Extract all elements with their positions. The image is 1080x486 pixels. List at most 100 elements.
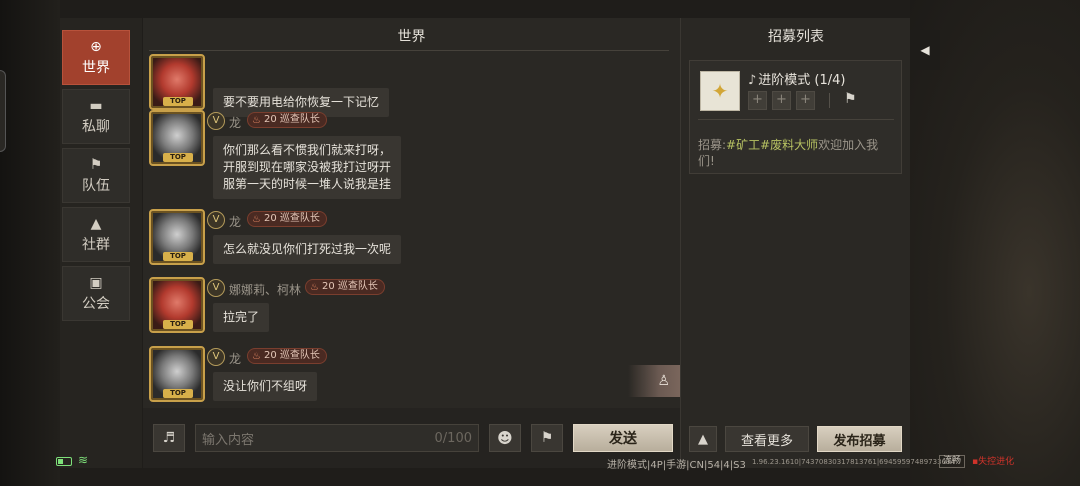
send-button[interactable]: 发送	[573, 424, 673, 452]
channel-tabs: ⊕ 世界 ▬ 私聊 ⚑ 队伍 ▲ 社群 ▣ 公会	[60, 18, 142, 468]
team-leader-avatar[interactable]: ✦	[700, 71, 740, 111]
username[interactable]: 龙	[229, 350, 241, 367]
empty-slot: +	[748, 91, 767, 110]
rank-text: 20 巡查队长	[322, 281, 378, 292]
rank-text: 20 巡查队长	[264, 114, 320, 125]
avatar-tag: TOP	[163, 252, 193, 261]
location-share-button[interactable]: ⚑	[531, 424, 563, 452]
chat-panel: 世界 TOP 要不要用电给你恢复一下记忆 TOP V 龙 ♨ 20 巡查队长 你们…	[143, 18, 680, 468]
avatar[interactable]: TOP	[149, 346, 205, 402]
message-text: 你们那么看不惯我们就来打呀， 开服到现在哪家没被我打过呀开 服第一天的时候一堆人…	[213, 136, 402, 199]
tab-team[interactable]: ⚑ 队伍	[62, 148, 130, 203]
recruit-description: 招募:#矿工#废料大师欢迎加入我们!	[698, 137, 894, 169]
join-team-button[interactable]: ⚑	[844, 91, 857, 107]
fire-icon: ♨	[310, 282, 319, 293]
avatar-tag: TOP	[163, 320, 193, 329]
username[interactable]: 龙	[229, 114, 241, 131]
empty-slot: +	[796, 91, 815, 110]
message-input[interactable]: 输入内容 0/100	[195, 424, 479, 452]
left-background	[0, 0, 60, 486]
chat-message: TOP V 娜娜莉、柯林 ♨ 20 巡查队长 拉完了	[147, 277, 647, 341]
avatar[interactable]: TOP	[149, 209, 205, 265]
recruit-card[interactable]: ✦ ♪ 进阶模式 (1/4) + + + ⚑ 招募:#矿工#废料大师欢迎加入我们!	[689, 60, 902, 174]
post-recruit-button[interactable]: 发布招募	[817, 426, 902, 452]
chat-message: TOP V 龙 ♨ 20 巡查队长 没让你们不组呀	[147, 346, 647, 410]
battery-icon	[56, 457, 72, 466]
person-icon: ♙	[657, 373, 670, 389]
chat-message: TOP V 龙 ♨ 20 巡查队长 怎么就没见你们打死过我一次呢	[147, 209, 647, 273]
rank-badge: ♨ 20 巡查队长	[247, 211, 327, 227]
fire-icon: ♨	[252, 214, 261, 225]
divider	[829, 93, 830, 108]
username[interactable]: 龙	[229, 213, 241, 230]
tab-label: 社群	[82, 236, 110, 253]
fire-icon: ♨	[252, 115, 261, 126]
vip-badge: V	[207, 112, 225, 130]
side-handle[interactable]	[0, 70, 6, 152]
rank-badge: ♨ 20 巡查队长	[305, 279, 385, 295]
username[interactable]: 娜娜莉、柯林	[229, 281, 301, 298]
rank-badge: ♨ 20 巡查队长	[247, 112, 327, 128]
collapse-panel-button[interactable]: ◀	[910, 30, 940, 70]
input-placeholder: 输入内容	[202, 432, 255, 448]
message-line: 你们那么看不惯我们就来打呀，	[223, 143, 392, 157]
vip-badge: V	[207, 279, 225, 297]
tab-guild[interactable]: ▣ 公会	[62, 266, 130, 321]
message-text: 没让你们不组呀	[213, 372, 318, 401]
vip-badge: V	[207, 211, 225, 229]
view-more-button[interactable]: 查看更多	[725, 426, 809, 452]
tab-community[interactable]: ▲ 社群	[62, 207, 130, 262]
flag-icon: ⚑	[89, 156, 103, 173]
empty-slot: +	[772, 91, 791, 110]
fire-icon: ♨	[252, 351, 261, 362]
logo-text: 失控进化	[978, 457, 1015, 467]
vip-badge: V	[207, 348, 225, 366]
warning-icon: ▲	[698, 431, 708, 447]
avatar-tag: TOP	[163, 389, 193, 398]
tag-miner[interactable]: #矿工	[726, 138, 760, 152]
avatar-tag: TOP	[163, 153, 193, 162]
mode-label: 进阶模式 (1/4)	[758, 73, 846, 88]
chat-message: TOP 要不要用电给你恢复一下记忆	[147, 40, 647, 117]
divider	[698, 119, 894, 120]
tag-scrap-master[interactable]: #废料大师	[760, 138, 818, 152]
globe-icon: ⊕	[90, 38, 102, 55]
tab-world[interactable]: ⊕ 世界	[62, 30, 130, 85]
chat-bubble-icon: ▬	[89, 97, 103, 114]
campfire-icon: ▲	[90, 215, 102, 232]
right-background	[910, 0, 1080, 486]
emoji-button[interactable]: ☻	[489, 424, 521, 452]
avatar[interactable]: TOP	[149, 54, 205, 110]
tab-label: 队伍	[82, 177, 110, 194]
recruit-mode: ♪ 进阶模式 (1/4)	[748, 69, 846, 88]
mode-info: 进阶模式|4P|手游|CN|54|4|S3	[607, 460, 746, 471]
report-button[interactable]: ▲	[689, 426, 717, 452]
microphone-icon: ♬	[162, 430, 176, 446]
chat-message: TOP V 龙 ♨ 20 巡查队长 你们那么看不惯我们就来打呀， 开服到现在哪家没…	[147, 110, 647, 220]
tab-label: 世界	[82, 59, 110, 76]
rank-badge: ♨ 20 巡查队长	[247, 348, 327, 364]
recruit-title: 招募列表	[768, 29, 824, 45]
char-counter: 0/100	[434, 430, 472, 446]
message-text: 怎么就没见你们打死过我一次呢	[213, 235, 402, 264]
chat-input-bar: ♬ 输入内容 0/100 ☻ ⚑ 发送	[143, 408, 680, 468]
recruit-panel: 招募列表 ✦ ♪ 进阶模式 (1/4) + + + ⚑ 招募:#矿工#废料大师欢迎…	[680, 18, 910, 468]
flag-plus-icon: ⚑	[844, 91, 857, 107]
avatar[interactable]: TOP	[149, 110, 205, 166]
message-line: 服第一天的时候一堆人说我是挂	[223, 177, 392, 191]
message-line: 开服到现在哪家没被我打过呀开	[223, 160, 392, 174]
recruit-prefix: 招募:	[698, 138, 727, 152]
voice-button[interactable]: ♬	[153, 424, 185, 452]
smiley-icon: ☻	[497, 429, 513, 447]
person-action-button[interactable]: ♙	[628, 365, 680, 397]
game-logo: ▪失控进化	[972, 454, 1014, 467]
avatar[interactable]: TOP	[149, 277, 205, 333]
rank-text: 20 巡查队长	[264, 350, 320, 361]
build-info: 1.96.23.1610|74370830317813761|694595974…	[752, 458, 955, 466]
duck-icon: ✦	[711, 79, 729, 103]
wifi-icon: ≋	[78, 453, 89, 467]
tab-label: 公会	[82, 295, 110, 312]
microphone-icon: ♪	[748, 73, 757, 88]
tab-private[interactable]: ▬ 私聊	[62, 89, 130, 144]
triangle-left-icon: ◀	[920, 43, 930, 57]
